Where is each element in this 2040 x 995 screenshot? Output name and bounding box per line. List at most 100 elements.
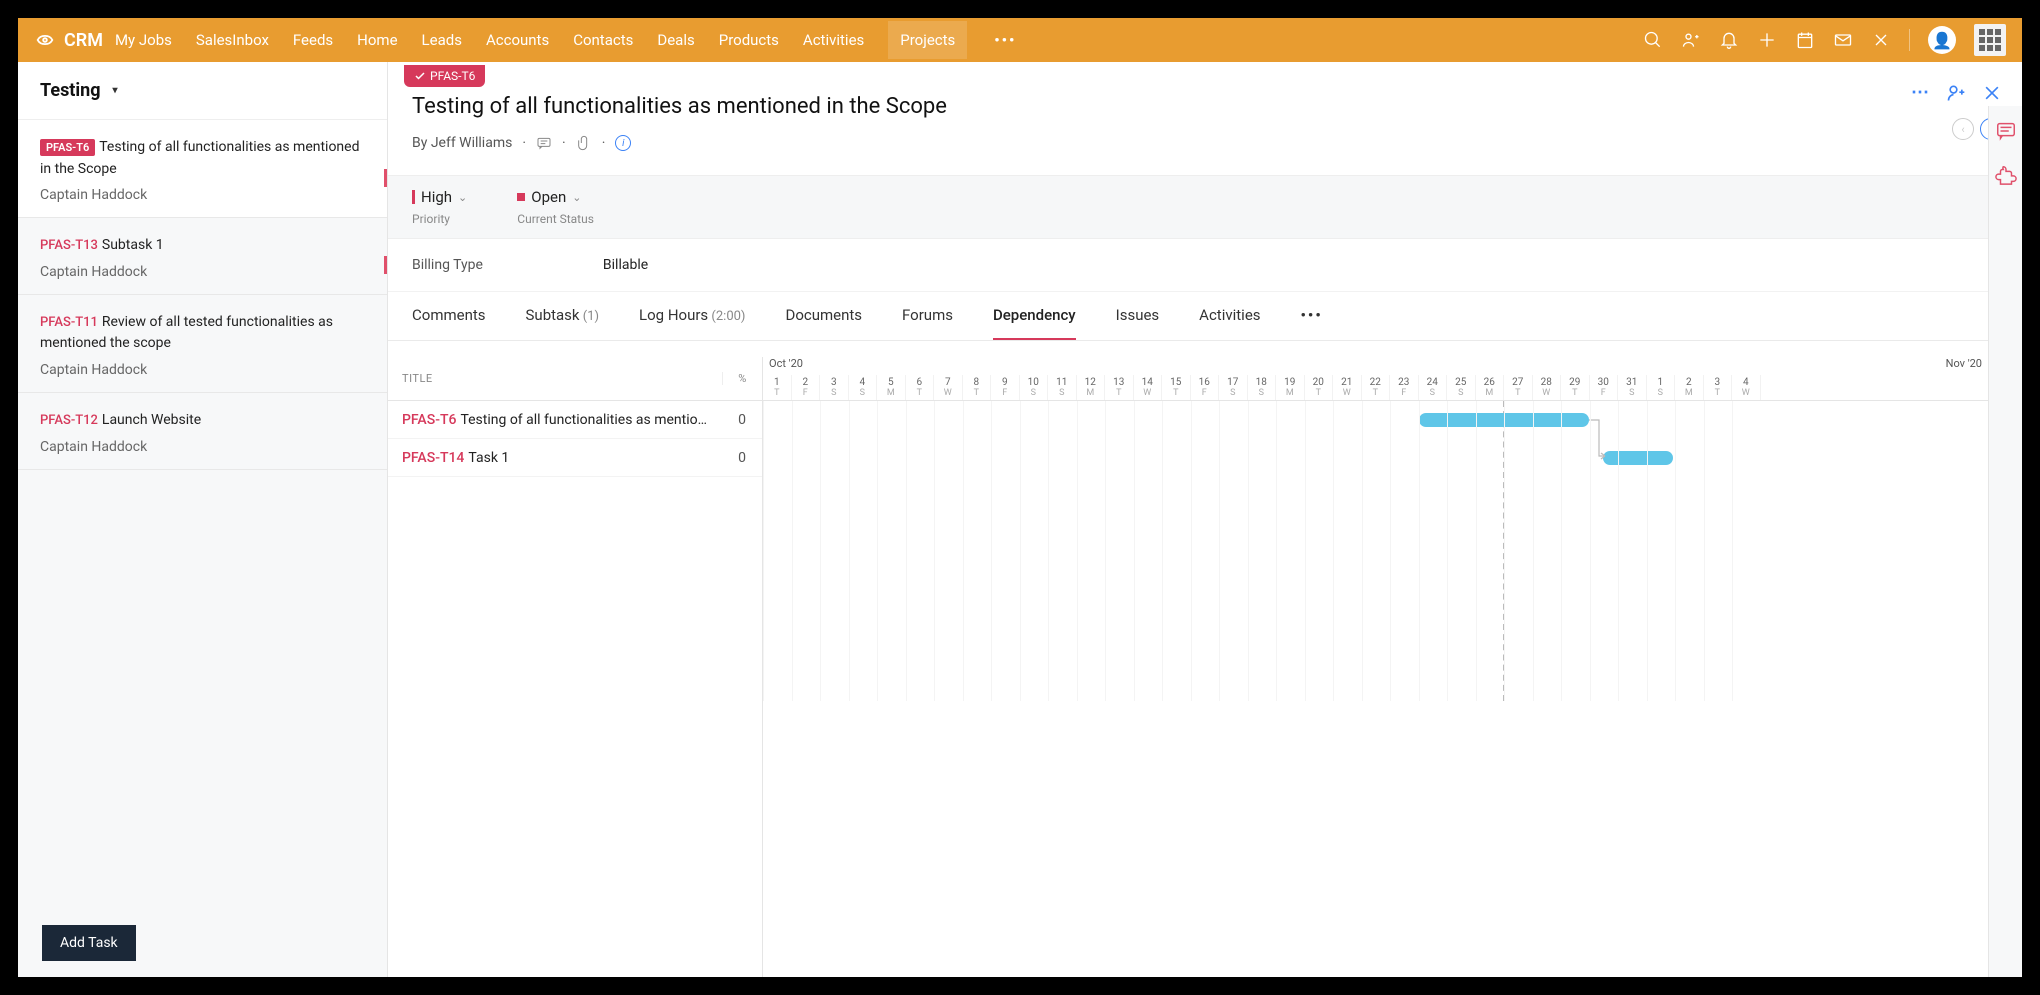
day-cell: 8T — [963, 375, 992, 400]
task-id: PFAS-T13 — [40, 238, 98, 253]
nav-item[interactable]: Feeds — [293, 31, 333, 49]
sidebar-task-item[interactable]: PFAS-T6 Testing of all functionalities a… — [18, 120, 387, 218]
task-assignee: Captain Haddock — [40, 187, 365, 203]
main-nav: My Jobs SalesInbox Feeds Home Leads Accounts C… — [115, 21, 1019, 59]
day-cell: 12M — [1077, 375, 1106, 400]
chevron-down-icon: ⌄ — [458, 191, 467, 204]
header-actions: ⋯ — [1911, 82, 2002, 103]
task-chip-id: PFAS-T6 — [430, 69, 475, 83]
day-cell: 3T — [1704, 375, 1733, 400]
status-label: Current Status — [517, 212, 594, 226]
day-cell: 23F — [1390, 375, 1419, 400]
task-assignee: Captain Haddock — [40, 362, 365, 378]
close-icon[interactable] — [1982, 83, 2002, 103]
chat-icon[interactable] — [1995, 120, 2017, 142]
caret-down-icon: ▾ — [113, 85, 118, 96]
gantt-row[interactable]: PFAS-T14Task 10 — [388, 439, 762, 477]
calendar-icon[interactable] — [1795, 30, 1815, 50]
sidebar-task-item[interactable]: PFAS-T12 Launch WebsiteCaptain Haddock — [18, 393, 387, 470]
mail-icon[interactable] — [1833, 30, 1853, 50]
tab-dependency[interactable]: Dependency — [993, 306, 1076, 340]
day-cell: 7W — [934, 375, 963, 400]
task-meta: By Jeff Williams· · · i — [412, 135, 1998, 151]
brand[interactable]: CRM — [34, 29, 103, 51]
task-assignee: Captain Haddock — [40, 264, 365, 280]
detail-tabs: Comments Subtask (1) Log Hours (2:00) Docum… — [388, 292, 2022, 341]
brand-text: CRM — [64, 30, 103, 51]
extension-icon[interactable] — [1995, 164, 2017, 186]
tab-count: (2:00) — [708, 309, 745, 324]
tab-activities[interactable]: Activities — [1199, 306, 1260, 340]
status-block[interactable]: Open⌄ Current Status — [517, 188, 594, 226]
day-cell: 2F — [792, 375, 821, 400]
gantt-row-id: PFAS-T6 — [388, 412, 456, 428]
assign-icon[interactable] — [1946, 83, 1966, 103]
day-cell: 19M — [1276, 375, 1305, 400]
day-cell: 9F — [991, 375, 1020, 400]
attachment-icon[interactable] — [576, 135, 592, 151]
nav-more-icon[interactable]: ••• — [991, 31, 1019, 49]
tools-icon[interactable] — [1871, 30, 1891, 50]
day-cell: 16F — [1191, 375, 1220, 400]
day-cell: 27T — [1504, 375, 1533, 400]
gantt-timeline[interactable]: Oct '20 Nov '20 1T2F3S4S5M6T7W8T9F10S11S… — [763, 357, 2022, 977]
nav-item[interactable]: Products — [719, 31, 779, 49]
nav-item[interactable]: Contacts — [573, 31, 633, 49]
task-assignee: Captain Haddock — [40, 439, 365, 455]
day-cell: 10S — [1020, 375, 1049, 400]
nav-item[interactable]: SalesInbox — [196, 31, 269, 49]
day-cell: 17S — [1219, 375, 1248, 400]
bell-icon[interactable] — [1719, 30, 1739, 50]
nav-item[interactable]: Home — [357, 31, 397, 49]
day-cell: 25S — [1447, 375, 1476, 400]
gantt-bar[interactable] — [1603, 451, 1673, 465]
more-icon[interactable]: ⋯ — [1911, 82, 1930, 103]
day-cell: 6T — [906, 375, 935, 400]
day-cell: 4S — [849, 375, 878, 400]
tab-documents[interactable]: Documents — [785, 306, 862, 340]
user-avatar[interactable]: 👤 — [1928, 26, 1956, 54]
tab-subtask[interactable]: Subtask (1) — [526, 306, 600, 340]
task-title: Testing of all functionalities as mentio… — [412, 62, 1998, 119]
billing-label: Billing Type — [412, 257, 483, 273]
nav-item[interactable]: Leads — [422, 31, 462, 49]
right-rail — [1988, 106, 2022, 977]
gantt-row-pct: 0 — [722, 412, 762, 428]
sidebar-title[interactable]: Testing ▾ — [18, 62, 387, 120]
comment-icon[interactable] — [536, 135, 552, 151]
tab-issues[interactable]: Issues — [1116, 306, 1160, 340]
nav-item[interactable]: My Jobs — [115, 31, 172, 49]
check-icon — [414, 70, 426, 82]
sidebar-task-item[interactable]: PFAS-T11 Review of all tested functional… — [18, 295, 387, 393]
priority-indicator-icon — [384, 256, 387, 274]
top-navbar: CRM My Jobs SalesInbox Feeds Home Leads Accou… — [18, 18, 2022, 62]
invite-icon[interactable] — [1681, 30, 1701, 50]
tab-forums[interactable]: Forums — [902, 306, 953, 340]
day-cell: 1S — [1647, 375, 1676, 400]
day-cell: 4W — [1732, 375, 1761, 400]
apps-grid-icon[interactable] — [1974, 24, 2006, 56]
plus-icon[interactable] — [1757, 30, 1777, 50]
priority-block[interactable]: High⌄ Priority — [412, 188, 467, 226]
nav-item[interactable]: Deals — [657, 31, 694, 49]
day-cell: 20T — [1305, 375, 1334, 400]
sidebar-task-item[interactable]: PFAS-T13 Subtask 1Captain Haddock — [18, 218, 387, 295]
search-icon[interactable] — [1643, 30, 1663, 50]
day-cell: 24S — [1419, 375, 1448, 400]
gantt-task-column: TITLE % PFAS-T6Testing of all functional… — [388, 357, 763, 977]
prev-arrow-icon: ‹ — [1952, 118, 1974, 140]
task-chip: PFAS-T6 — [404, 65, 485, 87]
nav-item[interactable]: Activities — [803, 31, 864, 49]
nav-item[interactable]: Accounts — [486, 31, 549, 49]
task-author: By Jeff Williams — [412, 135, 512, 151]
info-icon[interactable]: i — [615, 135, 631, 151]
task-id-badge: PFAS-T6 — [40, 139, 95, 156]
nav-item[interactable]: Projects — [888, 21, 967, 59]
day-cell: 2M — [1675, 375, 1704, 400]
tab-comments[interactable]: Comments — [412, 306, 486, 340]
gantt-row[interactable]: PFAS-T6Testing of all functionalities as… — [388, 401, 762, 439]
tab-log-hours[interactable]: Log Hours (2:00) — [639, 306, 745, 340]
tab-more-icon[interactable]: ••• — [1301, 306, 1323, 340]
day-cell: 21W — [1333, 375, 1362, 400]
gantt-title-header: TITLE — [388, 372, 722, 385]
